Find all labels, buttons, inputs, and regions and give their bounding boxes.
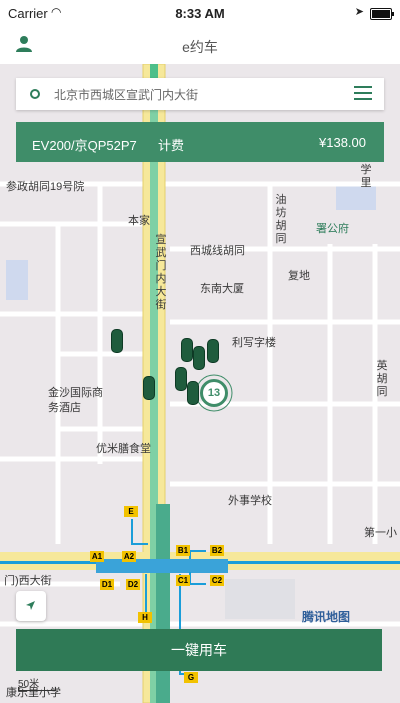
car-marker[interactable] [182, 339, 192, 361]
location-dot-icon [30, 89, 40, 99]
vehicle-info-bar[interactable]: EV200/京QP52P7 计费 ¥138.00 [16, 122, 384, 162]
map-label-youfang: 油坊胡同 [275, 194, 287, 245]
page-title: e约车 [182, 39, 218, 55]
book-car-button[interactable]: 一键用车 [16, 629, 382, 671]
map-label-shugong: 署公府 [316, 223, 349, 235]
map-logo: 腾讯地图 [302, 610, 351, 624]
exit-c2-label: C2 [210, 575, 224, 586]
clock: 8:33 AM [175, 6, 225, 21]
exit-b1-label: B1 [176, 545, 190, 556]
map-label-ying: 英胡同 [376, 360, 388, 398]
menu-icon[interactable] [354, 86, 372, 102]
map-label-menxi: 门)西大街 [4, 575, 52, 587]
map-label-xuanwumen: 宣武门内大街 [155, 234, 167, 311]
map-label-waishi: 外事学校 [228, 495, 272, 507]
exit-e-label: E [124, 506, 138, 517]
map-label-youmi: 优米膳食堂 [96, 443, 151, 455]
map-label-xueli: 学里 [360, 164, 372, 189]
map-label-lixie: 利写字楼 [232, 337, 276, 349]
car-marker[interactable] [112, 330, 122, 352]
car-cluster-marker[interactable]: 13 [200, 379, 228, 407]
address-search-bar[interactable]: 北京市西城区宣武门内大街 [16, 78, 384, 110]
vehicle-plate: EV200/京QP52P7 [32, 138, 137, 153]
map-label-fudi: 复地 [288, 270, 310, 282]
exit-d1-label: D1 [100, 579, 114, 590]
exit-c1-label: C1 [176, 575, 190, 586]
exit-a1-label: A1 [90, 551, 104, 562]
exit-a2-label: A2 [122, 551, 136, 562]
current-address: 北京市西城区宣武门内大街 [54, 88, 199, 102]
car-marker[interactable] [194, 347, 204, 369]
map-label-dongnan: 东南大厦 [200, 283, 244, 295]
map-label-diyi: 第一小 [364, 527, 397, 539]
map-label-canjia: 参政胡同19号院 [6, 181, 85, 193]
vehicle-price: ¥138.00 [319, 135, 366, 150]
map-label-benjia: 本家 [128, 215, 150, 227]
map-label-jinsha: 金沙国际商务酒店 [48, 387, 103, 414]
exit-b2-label: B2 [210, 545, 224, 556]
car-marker[interactable] [188, 382, 198, 404]
car-marker[interactable] [144, 377, 154, 399]
location-arrow-icon: ➤ [354, 6, 364, 18]
car-marker[interactable] [208, 340, 218, 362]
battery-icon [370, 8, 394, 20]
nav-bar: e约车 [0, 26, 400, 65]
exit-g-label: G [184, 672, 198, 683]
exit-d2-label: D2 [126, 579, 140, 590]
exit-h-label: H [138, 612, 152, 623]
navigation-arrow-icon [26, 601, 35, 610]
map-label-xichengxian: 西城线胡同 [190, 245, 245, 257]
status-bar: Carrier ◠ 8:33 AM ➤ [0, 0, 400, 26]
car-marker[interactable] [176, 368, 186, 390]
fee-label: 计费 [158, 138, 185, 153]
locate-button[interactable] [16, 591, 46, 621]
map-label-kangle: 康乐里小学 [6, 687, 61, 699]
